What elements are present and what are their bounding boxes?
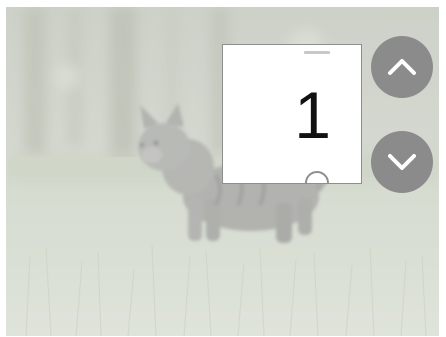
chevron-up-icon xyxy=(388,59,416,75)
card-bottom-handle xyxy=(305,171,329,183)
card-top-handle xyxy=(304,51,330,54)
viewer-frame: 1 xyxy=(0,0,446,337)
page-indicator-card: 1 xyxy=(222,44,362,184)
page-up-button[interactable] xyxy=(371,36,433,98)
page-down-button[interactable] xyxy=(371,131,433,193)
chevron-down-icon xyxy=(388,154,416,170)
page-number: 1 xyxy=(294,78,331,152)
